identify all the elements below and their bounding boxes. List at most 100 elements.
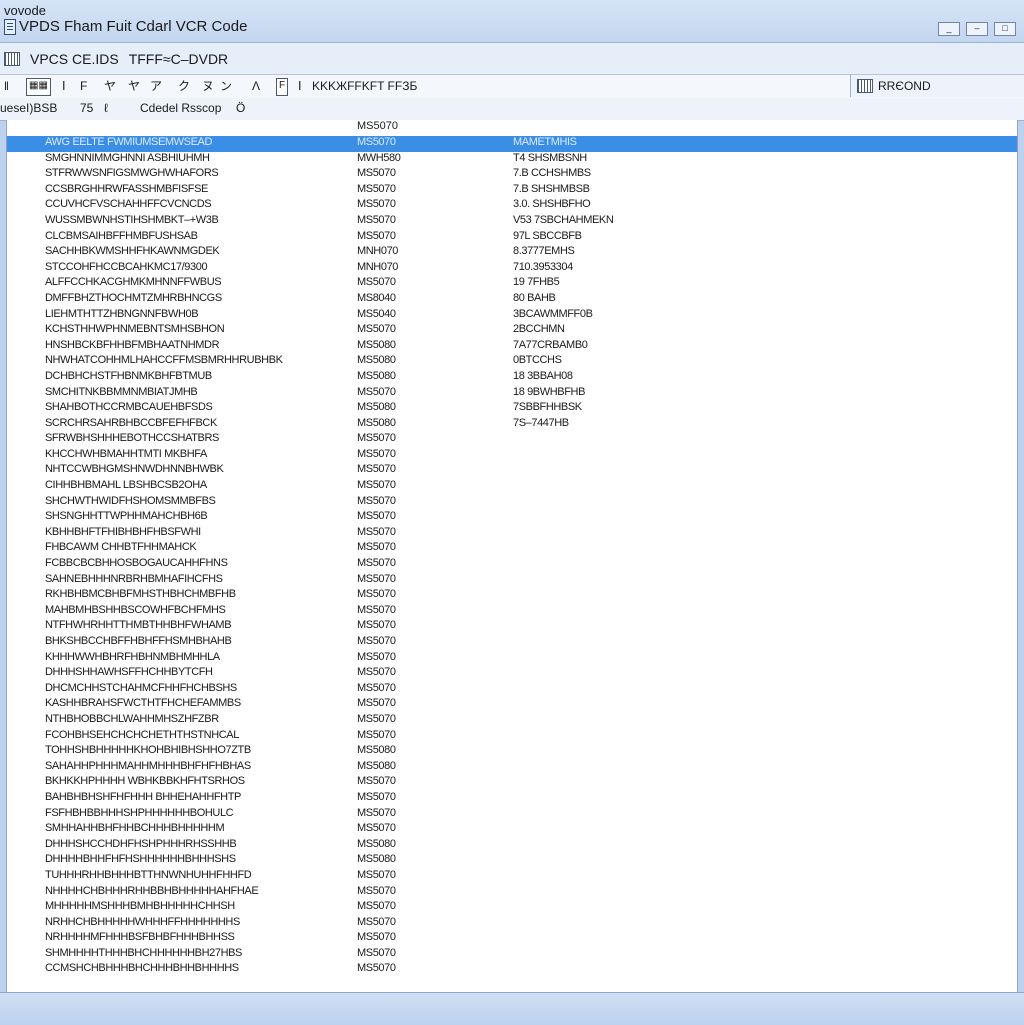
list-row[interactable]: DMFFBHZTHOCHMTZMHRBHNCGS MS8040 80 BAHB — [7, 292, 1017, 308]
list-row[interactable]: STFRWWSNFIGSMWGHWHAFORS MS5070 7.B CCHSHMB… — [7, 167, 1017, 183]
list-row[interactable]: LIEHMTHTTZHBNGNNFBWH0B MS5040 3BCAWMMFF0B — [7, 308, 1017, 324]
toolbar-button-f[interactable]: F — [80, 78, 87, 94]
list-cell-c2: MS5070 — [357, 900, 396, 913]
code-list[interactable]: MS5070 AWG EELTE FWMIUMSEMWSEAD MS5070 MAM… — [6, 120, 1018, 992]
list-cell-c2: MNH070 — [357, 260, 399, 273]
list-row[interactable]: SMHHAHHBHFHHBCHHHBHHHHHM MS5070 — [7, 822, 1017, 838]
list-cell-c1: BAHBHBHSHFHFHHH BHHEHAHHFHTP — [45, 790, 241, 803]
list-cell-c2: MS5070 — [357, 557, 396, 570]
list-cell-c2: MS5070 — [357, 650, 396, 663]
list-row[interactable]: CLCBMSAIHBFFHMBFUSHSAB MS5070 97L SBCCBFB — [7, 230, 1017, 246]
menu-icon[interactable] — [4, 51, 20, 66]
list-row[interactable]: STCCOHFHCCBCAHKMC17/9300 MNH070 710.395330… — [7, 261, 1017, 277]
list-row[interactable]: BHKSHBCCHBFFHBHFFHSMHBHAHB MS5070 — [7, 635, 1017, 651]
list-cell-c1: NRHHHHMFHHHBSFBHBFHHHBHHSS — [45, 931, 235, 944]
list-cell-c1: CLCBMSAIHBFFHMBFUSHSAB — [45, 229, 198, 242]
list-row[interactable]: KASHHBRAHSFWCTHTFHCHEFAMMBS MS5070 — [7, 697, 1017, 713]
list-row[interactable]: DHHHSHCCHDHFHSHPHHHRHSSHHB MS5080 — [7, 838, 1017, 854]
list-row[interactable]: SMCHITNKBBMMNMBIATJMHB MS5070 18 9BWHBFHB — [7, 386, 1017, 402]
app-icon — [4, 18, 16, 35]
toolbar-button-9[interactable]: F — [276, 78, 289, 96]
list-cell-c3: 18 9BWHBFHB — [513, 385, 586, 398]
subbar-item-3[interactable]: ℓ — [104, 101, 108, 115]
list-row[interactable]: FCOHBHSEHCHCHCHETHTHSTNHCAL MS5070 — [7, 729, 1017, 745]
list-row[interactable]: KCHSTHHWPHNMEBNTSMHSBHON MS5070 2BCCHMN — [7, 323, 1017, 339]
list-row[interactable]: HNSHBCKBFHHBFMBHAATNHMDR MS5080 7A77CRBAMB… — [7, 339, 1017, 355]
list-row[interactable]: CCSBRGHHRWFASSHMBFISFSE MS5070 7.B SHSHMBS… — [7, 183, 1017, 199]
toolbar-grid-button[interactable]: ▦▦ — [26, 78, 51, 96]
subbar-item-1[interactable]: ueseI)BSB — [0, 101, 57, 115]
list-row[interactable]: CCUVHCFVSCHAHHFFCVCNCDS MS5070 3.0. SHSHBF… — [7, 198, 1017, 214]
menu-item-2[interactable]: TFFF≈C–DVDR — [129, 51, 228, 67]
list-row[interactable]: DCHBHCHSTFHBNMKBHFBTMUB MS5080 18 3BBAH08 — [7, 370, 1017, 386]
toolbar-right-panel[interactable]: RRЄOND — [850, 75, 1024, 97]
list-cell-c2: MS5070 — [357, 213, 396, 226]
list-row[interactable]: BKHKKHPHHHH WBHKBBKHFHTSRHOS MS5070 — [7, 775, 1017, 791]
list-row[interactable]: MHHHHHMSHHHBMHBHHHHHCHHSH MS5070 — [7, 900, 1017, 916]
list-cell-c3: 7.B CCHSHMBS — [513, 167, 591, 180]
toolbar-button-8[interactable]: Λ — [252, 78, 260, 94]
list-row[interactable]: CIHHBHBMAHL LBSHBCSB2OHA MS5070 — [7, 479, 1017, 495]
list-cell-c2: MS5070 — [357, 494, 396, 507]
list-row[interactable]: KBHHBHFTFHIBHBHFHBSFWHI MS5070 — [7, 526, 1017, 542]
list-row[interactable]: SAHAHHPHHHMAHHMHHHBHFHFHBHAS MS5080 — [7, 760, 1017, 776]
list-row[interactable]: NHTCCWBHGMSHNWDHNNBHWBK MS5070 — [7, 463, 1017, 479]
list-row[interactable]: TUHHHRHHBHHHBTTHNWNHUHHFHHFD MS5070 — [7, 869, 1017, 885]
list-row[interactable]: NHWHATCOHHMLHAHCCFFMSBMRHHRUBHBK MS5080 0B… — [7, 354, 1017, 370]
list-cell-c1: NHWHATCOHHMLHAHCCFFMSBMRHHRUBHBK — [45, 354, 283, 367]
list-row[interactable]: SFRWBHSHHHEBOTHCCSHATBRS MS5070 — [7, 432, 1017, 448]
list-row[interactable]: KHHHWWHBHRFHBHNMBHMHHLA MS5070 — [7, 651, 1017, 667]
list-cell-c2: MS5080 — [357, 837, 396, 850]
toolbar-button-4[interactable]: ア — [150, 78, 162, 94]
list-row[interactable]: SHSNGHHTTWPHHMAHCHBH6B MS5070 — [7, 510, 1017, 526]
list-row[interactable]: NRHHCHBHHHHHWHHHFFHHHHHHHS MS5070 — [7, 916, 1017, 932]
toolbar-button-6[interactable]: ヌ — [202, 78, 214, 94]
list-cell-c2: MS5070 — [357, 681, 396, 694]
list-cell-c1: KCHSTHHWPHNMEBNTSMHSBHON — [45, 323, 225, 336]
list-row[interactable]: SHMHHHHTHHHBHCHHHHHHBH27HBS MS5070 — [7, 947, 1017, 963]
list-row[interactable]: KHCCHWHBMAHHTMTI MKBHFA MS5070 — [7, 448, 1017, 464]
list-row[interactable]: MAHBMHBSHHBSCOWHFBCHFMHS MS5070 — [7, 604, 1017, 620]
list-cell-c1: SCRCHRSAHRBHBCCBFEFHFBCK — [45, 416, 217, 429]
list-row[interactable]: DHHHSHHAWHSFFHCHHBYTCFH MS5070 — [7, 666, 1017, 682]
subbar-item-2[interactable]: 75 — [80, 101, 93, 115]
restore-button[interactable]: – — [966, 22, 988, 36]
list-cell-c2: MS5080 — [357, 416, 396, 429]
list-row[interactable]: DHHHHBHHFHFHSHHHHHHBHHHSHS MS5080 — [7, 853, 1017, 869]
list-row[interactable]: FSFHBHBBHHHSHPHHHHHHBOHULC MS5070 — [7, 807, 1017, 823]
toolbar-button-2[interactable]: ヤ — [104, 78, 116, 94]
minimize-button[interactable]: _ — [938, 22, 960, 36]
list-cell-c2: MS5070 — [357, 229, 396, 242]
list-row[interactable]: BAHBHBHSHFHFHHH BHHEHAHHFHTP MS5070 — [7, 791, 1017, 807]
list-row[interactable]: CCMSHCHBHHHBHCHHHBHHBHHHHS MS5070 — [7, 962, 1017, 978]
list-cell-c3: 97L SBCCBFB — [513, 229, 582, 242]
list-row[interactable]: ALFFCCHKACGHMKMHNNFFWBUS MS5070 19 7FHB5 — [7, 276, 1017, 292]
list-row[interactable]: RKHBHBMCBHBFMHSTHBHCHMBFHB MS5070 — [7, 588, 1017, 604]
list-cell-c1: DHHHSHCCHDHFHSHPHHHRHSSHHB — [45, 837, 237, 850]
list-row[interactable]: FHBCAWM CHHBTFHHMAHCK MS5070 — [7, 541, 1017, 557]
list-row[interactable]: WUSSMBWNHSTIHSHMBKT–+W3B MS5070 V53 7SBCHA… — [7, 214, 1017, 230]
list-cell-c2: MS5070 — [357, 463, 396, 476]
toolbar-button-7[interactable]: ン — [220, 78, 232, 94]
list-row[interactable]: TOHHSHBHHHHHKHOHBHIBHSHHO7ZTB MS5080 — [7, 744, 1017, 760]
list-cell-c3: 7A77CRBAMB0 — [513, 338, 588, 351]
list-row[interactable]: AWG EELTE FWMIUMSEMWSEAD MS5070 MAMETMHIS — [7, 136, 1017, 152]
list-row[interactable]: SACHHBKWMSHHFHKAWNMGDEK MNH070 8.3777EMHS — [7, 245, 1017, 261]
list-row[interactable]: SHAHBOTHCCRMBCAUEHBFSDS MS5080 7SBBFHHBSK — [7, 401, 1017, 417]
list-row[interactable]: NTHBHOBBCHLWAHHMHSZHFZBR MS5070 — [7, 713, 1017, 729]
list-row[interactable]: SAHNEBHHHNRBRHBMHAFIHCFHS MS5070 — [7, 573, 1017, 589]
toolbar-button-3[interactable]: ヤ — [128, 78, 140, 94]
list-row[interactable]: SHCHWTHWIDFHSHOMSMMBFBS MS5070 — [7, 495, 1017, 511]
menu-item-1[interactable]: VPCS CE.IDS — [30, 51, 119, 67]
list-row[interactable]: SCRCHRSAHRBHBCCBFEFHFBCK MS5080 7S–7447HB — [7, 417, 1017, 433]
list-row[interactable]: NHHHHCHBHHHRHHBBHBHHHHHAHFHAE MS5070 — [7, 885, 1017, 901]
list-row[interactable]: FCBBCBCBHHOSBOGAUCAHHFHNS MS5070 — [7, 557, 1017, 573]
toolbar-button-5[interactable]: ク — [178, 78, 190, 94]
maximize-button[interactable]: □ — [994, 22, 1016, 36]
subbar-item-4[interactable]: Cdedel Rsscop — [140, 101, 221, 115]
subbar-item-5[interactable]: Ö — [236, 101, 245, 115]
list-row[interactable]: DHCMCHHSTCHAHMCFHHFHCHBSHS MS5070 — [7, 682, 1017, 698]
list-row[interactable]: NTFHWHRHHTTHMBTHHBHFWHAMB MS5070 — [7, 619, 1017, 635]
list-row[interactable]: NRHHHHMFHHHBSFBHBFHHHBHHSS MS5070 — [7, 931, 1017, 947]
list-row[interactable]: SMGHNNIMMGHNNI ASBHIUHMH MWH580 T4 SHSMBSN… — [7, 152, 1017, 168]
